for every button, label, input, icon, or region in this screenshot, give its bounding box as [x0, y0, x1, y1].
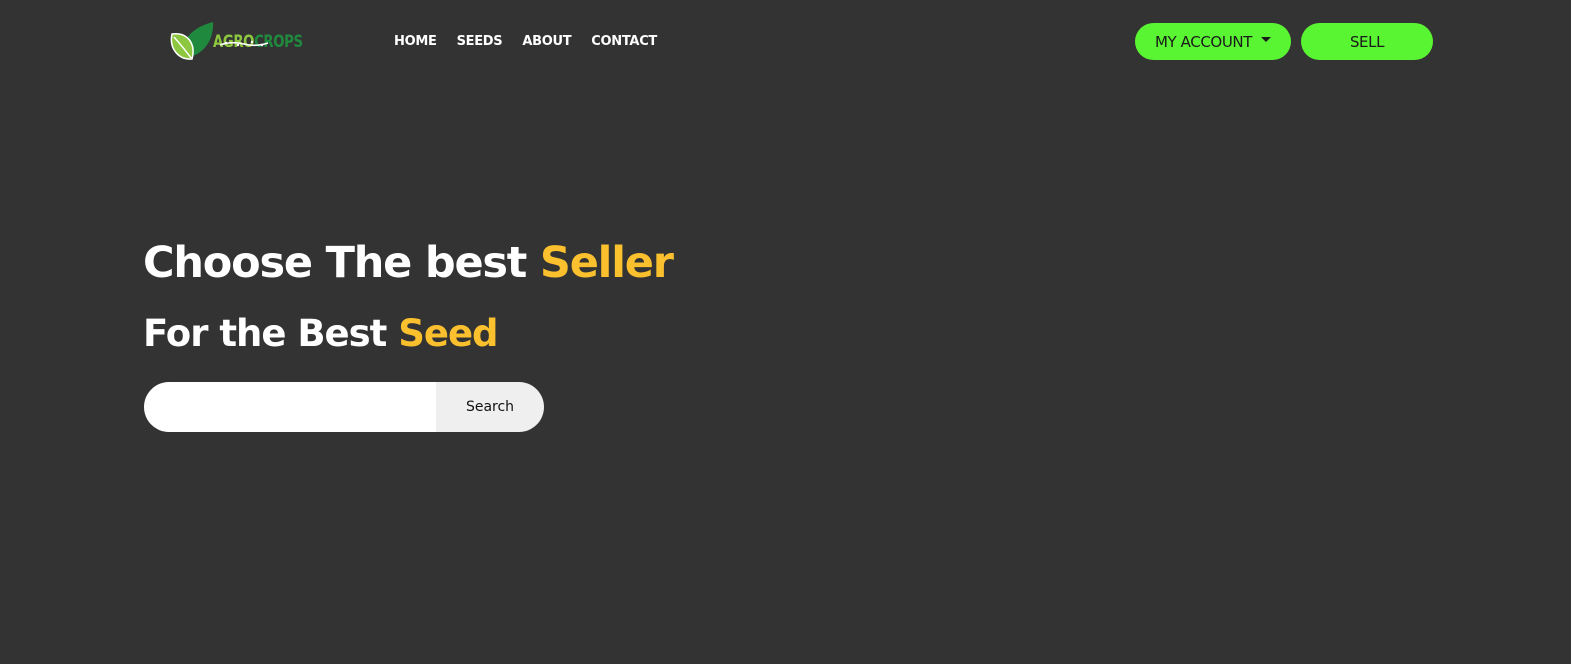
search-button[interactable]: Search [436, 382, 544, 432]
sell-label: SELL [1349, 32, 1385, 51]
nav-about[interactable]: ABOUT [522, 32, 571, 52]
my-account-button[interactable]: MY ACCOUNT [1135, 23, 1291, 60]
nav-contact[interactable]: CONTACT [591, 32, 657, 52]
logo-seed-dots [218, 40, 270, 48]
hero-title: Choose The best Seller [143, 236, 674, 290]
search-form: Search [144, 382, 544, 432]
hero-title-text: Choose The best [143, 238, 540, 288]
hero-subtitle-text: For the Best [143, 312, 399, 355]
nav-seeds[interactable]: SEEDS [457, 32, 503, 52]
page: AGRO CROPS HOME SEEDS ABOUT CONTACT MY AC… [0, 0, 1571, 664]
search-input[interactable] [144, 382, 436, 432]
brand-logo[interactable]: AGRO CROPS [166, 20, 316, 64]
hero-title-accent: Seller [539, 238, 674, 288]
sell-button[interactable]: SELL [1301, 23, 1433, 60]
main-nav: HOME SEEDS ABOUT CONTACT [394, 32, 677, 52]
leaf-icon [166, 20, 214, 64]
hero-subtitle-accent: Seed [398, 312, 498, 355]
caret-down-icon [1261, 37, 1271, 42]
nav-home[interactable]: HOME [394, 32, 437, 52]
my-account-label: MY ACCOUNT [1155, 32, 1252, 51]
hero-subtitle: For the Best Seed [143, 310, 499, 358]
